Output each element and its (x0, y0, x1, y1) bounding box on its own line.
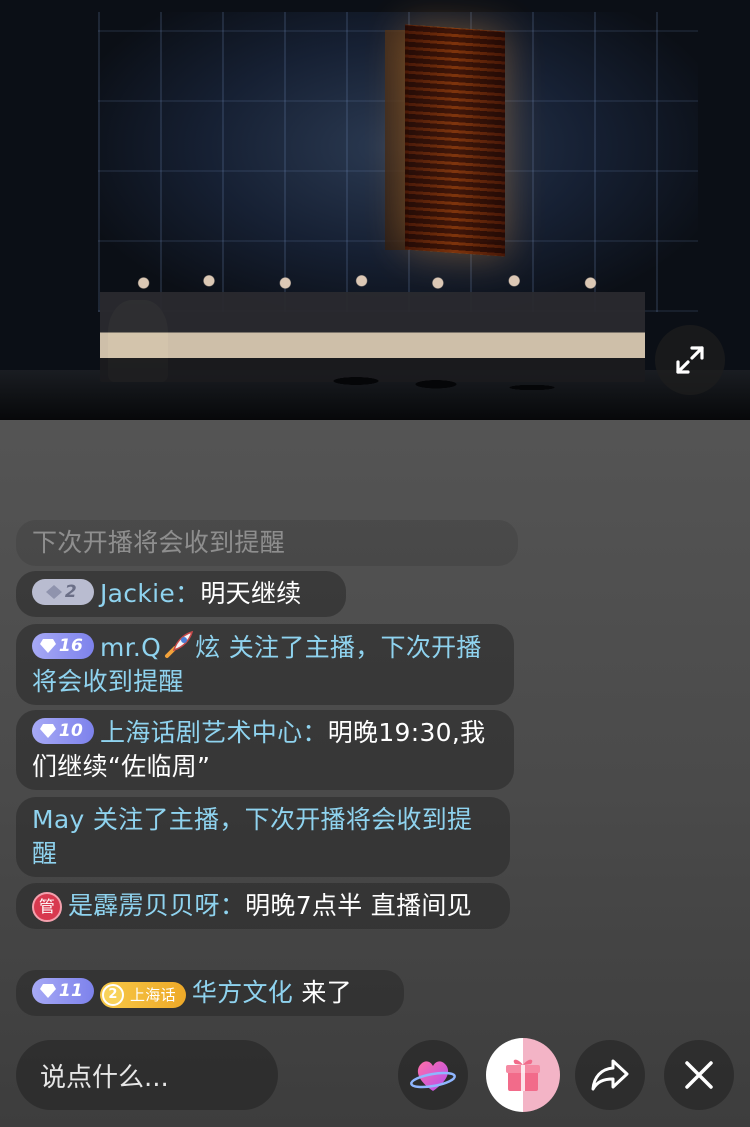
username[interactable]: 华方文化 (192, 978, 293, 1007)
share-button[interactable] (575, 1040, 645, 1110)
gem-icon (39, 724, 56, 738)
username[interactable]: 是霹雳贝贝呀 (68, 891, 220, 920)
chat-message: 管是霹雳贝贝呀：明晚7点半 直播间见 (16, 883, 510, 929)
expand-arrows-icon (676, 346, 704, 374)
username[interactable]: mr.Q (100, 633, 161, 662)
gem-icon (39, 639, 56, 653)
username[interactable]: Jackie (100, 579, 175, 608)
chat-message: 2 Jackie：明天继续 (16, 571, 346, 617)
close-button[interactable] (664, 1040, 734, 1110)
chat-message: 10 上海话剧艺术中心：明晚19:30,我们继续“佐临周” (16, 710, 514, 790)
fan-club-badge: 2 上海话 (100, 982, 186, 1008)
rocket-icon (165, 630, 194, 658)
chat-message: 11 2 上海话 华方文化 来了 (16, 970, 404, 1016)
user-level-badge: 11 (32, 978, 94, 1004)
user-level-badge: 16 (32, 633, 94, 659)
message-text: 下次开播将会收到提醒 (32, 528, 286, 557)
chat-message: May 关注了主播，下次开播将会收到提醒 (16, 797, 510, 877)
comment-placeholder: 说点什么... (40, 1062, 169, 1093)
message-text: 关注了主播，下次开播将会收到提醒 (32, 805, 473, 868)
share-icon (591, 1059, 629, 1091)
heart-planet-icon (410, 1061, 456, 1091)
close-icon (685, 1061, 713, 1089)
chat-message: 16 mr.Q 炫 关注了主播，下次开播将会收到提醒 (16, 624, 514, 705)
stage-set-tower (405, 24, 505, 257)
gift-button[interactable] (486, 1038, 560, 1112)
chat-message: 下次开播将会收到提醒 (16, 520, 518, 566)
user-level-badge: 2 (32, 579, 94, 605)
like-button[interactable] (398, 1040, 468, 1110)
username[interactable]: 上海话剧艺术中心 (100, 718, 302, 747)
message-text: 来了 (293, 978, 352, 1007)
audience-silhouettes (260, 355, 580, 420)
fullscreen-button[interactable] (655, 325, 725, 395)
gem-icon (45, 585, 62, 599)
gem-icon (39, 984, 56, 998)
live-video[interactable] (0, 0, 750, 420)
comment-input[interactable]: 说点什么... (16, 1040, 278, 1110)
admin-badge: 管 (32, 892, 62, 922)
gift-icon (506, 1059, 540, 1091)
username[interactable]: May (32, 805, 85, 834)
message-text: 明晚7点半 直播间见 (245, 891, 472, 920)
message-text: 明天继续 (200, 579, 302, 608)
user-level-badge: 10 (32, 718, 94, 744)
